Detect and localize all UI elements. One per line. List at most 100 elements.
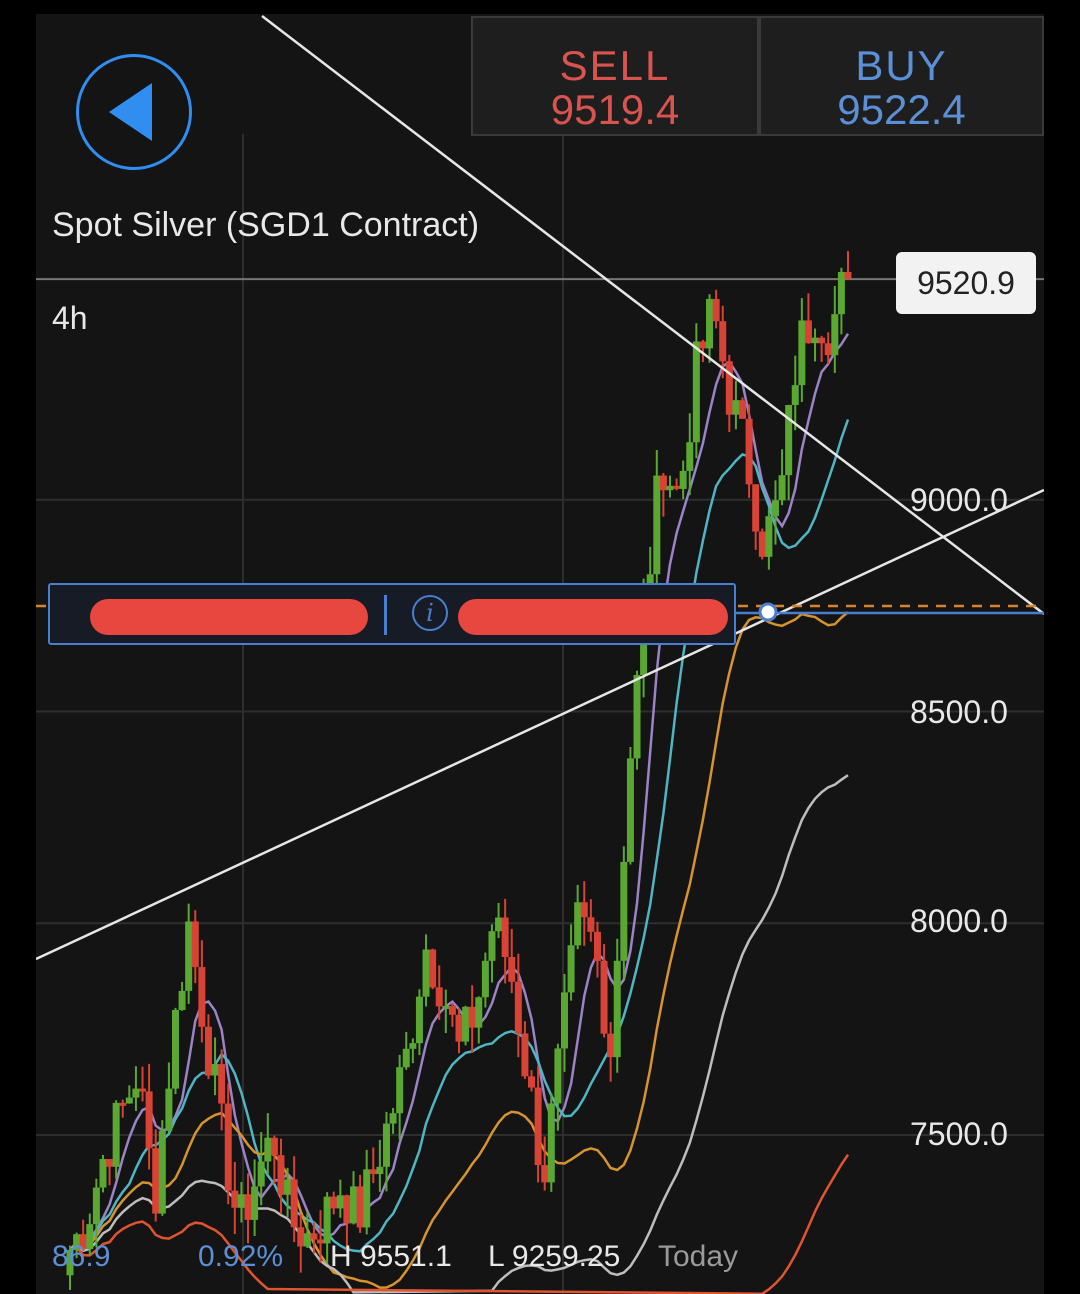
candle-body xyxy=(323,1196,331,1244)
moving-averages xyxy=(69,333,850,1294)
candle-body xyxy=(204,1026,212,1076)
candle-body xyxy=(191,921,199,968)
candle-body xyxy=(290,1179,298,1228)
candle-body xyxy=(409,1043,417,1049)
candle-body xyxy=(185,921,193,991)
candle-body xyxy=(171,1009,179,1089)
candle-body xyxy=(521,1033,529,1077)
candle-body xyxy=(211,1064,219,1076)
candle-body xyxy=(462,1006,470,1042)
candle-body xyxy=(297,1227,305,1247)
candle-body xyxy=(455,1014,463,1042)
candle-body xyxy=(284,1179,292,1195)
candle-body xyxy=(251,1186,259,1220)
order-handle xyxy=(758,602,778,622)
buy-label: BUY xyxy=(855,42,948,89)
candle-body xyxy=(673,485,681,489)
sell-button[interactable]: SELL 9519.4 xyxy=(471,16,759,136)
back-arrow-icon xyxy=(109,83,152,141)
candle-body xyxy=(106,1159,114,1167)
candle-body xyxy=(350,1186,358,1224)
order-line-panel[interactable]: i xyxy=(48,583,736,645)
instrument-title: Spot Silver (SGD1 Contract) xyxy=(52,206,480,244)
candle-body xyxy=(415,996,423,1044)
candle-body xyxy=(534,1087,542,1166)
period-label: Today xyxy=(658,1240,739,1273)
candle-body xyxy=(303,1233,311,1247)
candle-body xyxy=(574,902,582,946)
candle-body xyxy=(771,500,779,517)
current-price-badge: 9520.9 xyxy=(896,252,1036,314)
order-separator xyxy=(384,595,387,635)
candle-body xyxy=(132,1088,140,1098)
candle-body xyxy=(653,475,661,575)
candle-body xyxy=(626,758,634,862)
candle-body xyxy=(422,949,430,997)
candle-body xyxy=(811,337,819,344)
candle-body xyxy=(257,1161,265,1187)
moving-average-line xyxy=(69,333,850,1251)
candle-body xyxy=(739,400,747,419)
low-value: L 9259.25 xyxy=(488,1240,621,1273)
candle-body xyxy=(145,1091,153,1149)
candle-body xyxy=(119,1102,127,1106)
candle-body xyxy=(666,485,674,491)
candle-body xyxy=(178,990,186,1010)
candle-body xyxy=(277,1155,285,1195)
candle-body xyxy=(442,1005,450,1009)
candle-body xyxy=(587,917,595,932)
candle-body xyxy=(336,1195,344,1209)
candle-body xyxy=(429,949,437,988)
candle-body xyxy=(514,981,522,1034)
candle-body xyxy=(488,931,496,961)
candle-body xyxy=(600,960,608,1034)
y-tick-label: 8000.0 xyxy=(910,903,1008,939)
candle-body xyxy=(92,1187,100,1225)
candle-body xyxy=(712,298,720,322)
candle-body xyxy=(435,987,443,1007)
candle-body xyxy=(237,1194,245,1208)
sell-label: SELL xyxy=(559,42,671,89)
candle-body xyxy=(699,341,707,349)
candle-body xyxy=(165,1088,173,1131)
candle-body xyxy=(139,1088,147,1092)
candle-body xyxy=(824,343,832,356)
candle-body xyxy=(376,1166,384,1175)
candle-body xyxy=(317,1239,325,1244)
candle-body xyxy=(679,470,687,489)
candle-body xyxy=(719,321,727,362)
candle-body xyxy=(758,531,766,557)
candle-body xyxy=(541,1165,549,1183)
candle-body xyxy=(198,967,206,1027)
chart-screen: SELL 9519.4 BUY 9522.4 Spot Silver (SGD1… xyxy=(36,14,1044,1294)
candle-body xyxy=(264,1137,272,1162)
candle-body xyxy=(560,992,568,1049)
candle-body xyxy=(837,271,845,315)
candle-body xyxy=(554,1048,562,1104)
candle-body xyxy=(620,861,628,961)
candle-body xyxy=(613,960,621,1058)
candle-body xyxy=(686,442,694,471)
buy-button[interactable]: BUY 9522.4 xyxy=(759,16,1044,136)
candle-body xyxy=(382,1123,390,1167)
candle-body xyxy=(778,475,786,501)
candle-body xyxy=(99,1159,107,1188)
candle-body xyxy=(112,1102,120,1167)
info-icon[interactable]: i xyxy=(412,595,448,631)
back-button[interactable] xyxy=(76,54,192,170)
trendline-ascending xyxy=(36,488,1044,961)
candle-body xyxy=(547,1103,555,1183)
candle-body xyxy=(752,484,760,532)
candle-body xyxy=(745,418,753,485)
timeframe-label[interactable]: 4h xyxy=(52,300,88,337)
candle-body xyxy=(501,917,509,958)
candle-body xyxy=(468,1006,476,1028)
moving-average-line xyxy=(69,419,850,1253)
candle-body xyxy=(508,957,516,982)
candle-body xyxy=(158,1130,166,1214)
candle-body xyxy=(475,997,483,1028)
candle-body xyxy=(152,1148,160,1214)
candle-body xyxy=(495,917,503,932)
candle-body xyxy=(659,475,667,491)
candle-body xyxy=(356,1186,364,1228)
